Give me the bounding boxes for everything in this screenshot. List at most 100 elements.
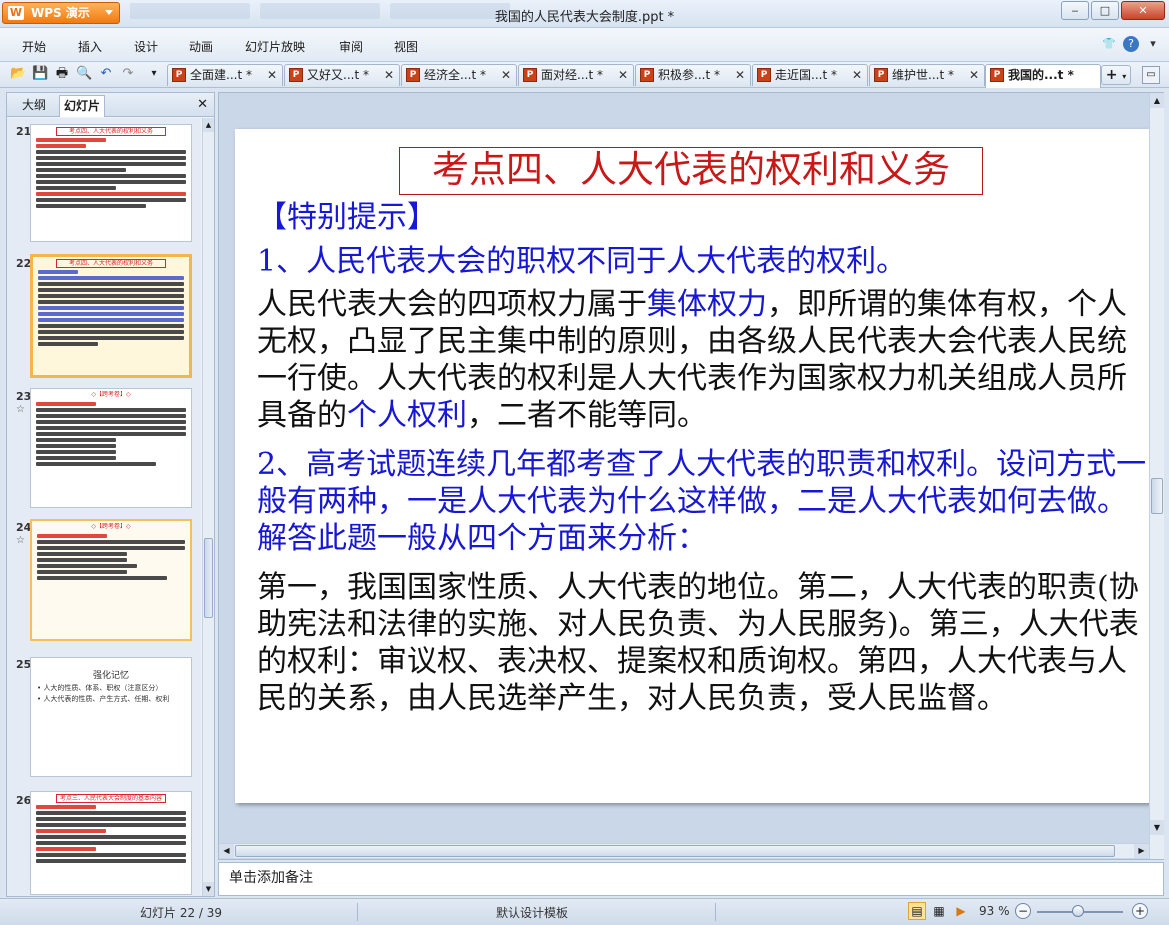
close-icon[interactable]: ✕ bbox=[197, 97, 208, 112]
ppt-file-icon: P bbox=[757, 68, 771, 82]
scroll-right-icon[interactable]: ▶ bbox=[1134, 844, 1149, 858]
slide-thumbnail-21[interactable]: 考点四、人大代表的权利和义务 bbox=[30, 124, 192, 242]
menu-start[interactable]: 开始 bbox=[22, 38, 46, 55]
menu-review[interactable]: 审阅 bbox=[339, 38, 363, 55]
slide-thumbnail-22[interactable]: 考点四、人大代表的权利和义务 bbox=[30, 254, 192, 378]
slide-panel: 大纲 幻灯片 ✕ 21 考点四、人大代表的权利和义务 22 考点四、人大代表的权… bbox=[6, 92, 215, 897]
thumbnail-title: 考点四、人大代表的权利和义务 bbox=[56, 127, 166, 136]
doc-tab-label: 走近国...t * bbox=[775, 68, 837, 82]
slide-title[interactable]: 考点四、人大代表的权利和义务 bbox=[399, 147, 983, 195]
ppt-file-icon: P bbox=[874, 68, 888, 82]
doc-tab-6[interactable]: P 走近国...t * ✕ bbox=[752, 64, 868, 86]
zoom-in-icon[interactable]: + bbox=[1132, 903, 1148, 919]
slide-counter: 幻灯片 22 / 39 bbox=[140, 906, 223, 920]
menu-slideshow[interactable]: 幻灯片放映 bbox=[245, 38, 305, 55]
save-icon[interactable]: 💾 bbox=[32, 66, 48, 82]
thumbnail-title: ◇【跨考卷】◇ bbox=[91, 391, 131, 398]
chevron-down-icon[interactable]: ▾ bbox=[1145, 36, 1161, 52]
slide-thumbnail-25[interactable]: 强化记忆 • 人大的性质、体系、职权（注意区分） • 人大代表的性质、产生方式、… bbox=[30, 657, 192, 777]
scroll-thumb[interactable] bbox=[204, 538, 213, 618]
thumbnail-title: 考点三、人民代表大会制度的基本内容 bbox=[56, 794, 166, 803]
close-tab-icon[interactable]: ✕ bbox=[384, 65, 394, 85]
editor-vertical-scrollbar[interactable]: ▲ ▼ bbox=[1149, 93, 1164, 859]
panel-scrollbar[interactable]: ▲ ▼ bbox=[202, 118, 214, 896]
bullet-hint: •【特别提示】 bbox=[235, 199, 1151, 236]
skin-icon[interactable]: 👕 bbox=[1101, 36, 1117, 52]
doc-tab-4[interactable]: P 面对经...t * ✕ bbox=[518, 64, 634, 86]
close-tab-icon[interactable]: ✕ bbox=[852, 65, 862, 85]
scroll-up-icon[interactable]: ▲ bbox=[203, 118, 214, 132]
ppt-file-icon: P bbox=[289, 68, 303, 82]
doc-tab-7[interactable]: P 维护世...t * ✕ bbox=[869, 64, 985, 86]
bullet-dot: • bbox=[235, 569, 239, 606]
scroll-thumb[interactable] bbox=[1151, 478, 1163, 514]
menu-view[interactable]: 视图 bbox=[394, 38, 418, 55]
thumbnail-line: • 人大代表的性质、产生方式、任期、权利 bbox=[37, 695, 170, 703]
slideshow-icon[interactable]: ▶ bbox=[952, 902, 970, 920]
zoom-slider-knob[interactable] bbox=[1072, 905, 1084, 917]
close-tab-icon[interactable]: ✕ bbox=[735, 65, 745, 85]
close-tab-icon[interactable]: ✕ bbox=[969, 65, 979, 85]
status-bar: 幻灯片 22 / 39 默认设计模板 ▤ ▦ ▶ 93 % − + bbox=[0, 898, 1169, 925]
ppt-file-icon: P bbox=[523, 68, 537, 82]
customize-toolbar-icon[interactable]: ▾ bbox=[146, 66, 162, 82]
print-icon[interactable]: 🖶 bbox=[54, 66, 70, 82]
close-tab-icon[interactable]: ✕ bbox=[501, 65, 511, 85]
animation-star-icon: ☆ bbox=[16, 535, 25, 546]
thumbnail-title: 考点四、人大代表的权利和义务 bbox=[56, 259, 166, 268]
slide-editor: 考点四、人大代表的权利和义务 •【特别提示】 •1、人民代表大会的职权不同于人大… bbox=[218, 92, 1164, 860]
scroll-up-icon[interactable]: ▲ bbox=[1150, 93, 1164, 108]
highlight-collective-power: 集体权力 bbox=[647, 287, 767, 322]
menu-design[interactable]: 设计 bbox=[134, 38, 158, 55]
window-list-button[interactable]: ▭ bbox=[1142, 66, 1160, 84]
panel-tabs: 大纲 幻灯片 ✕ bbox=[7, 93, 214, 117]
tab-slides[interactable]: 幻灯片 bbox=[59, 95, 105, 117]
bullet-dot: • bbox=[235, 446, 239, 483]
redo-icon[interactable]: ↷ bbox=[120, 66, 136, 82]
doc-tab-2[interactable]: P 又好又...t * ✕ bbox=[284, 64, 400, 86]
scroll-down-icon[interactable]: ▼ bbox=[1150, 820, 1164, 835]
slide-body[interactable]: •【特别提示】 •1、人民代表大会的职权不同于人大代表的权利。 •人民代表大会的… bbox=[235, 199, 1151, 717]
new-tab-button[interactable]: + ▾ bbox=[1101, 65, 1131, 85]
slide-thumbnail-23[interactable]: ◇【跨考卷】◇ bbox=[30, 388, 192, 508]
close-tab-icon[interactable]: ✕ bbox=[618, 65, 628, 85]
doc-tab-active[interactable]: P 我国的...t * bbox=[985, 64, 1101, 88]
menu-bar: 开始 插入 设计 动画 幻灯片放映 审阅 视图 👕 ? ▾ bbox=[0, 28, 1169, 62]
help-icon[interactable]: ? bbox=[1123, 36, 1139, 52]
slide-thumbnail-24[interactable]: ◇【跨考卷】◇ bbox=[30, 519, 192, 641]
maximize-button[interactable]: □ bbox=[1091, 1, 1119, 20]
scroll-thumb[interactable] bbox=[235, 845, 1115, 857]
scroll-down-icon[interactable]: ▼ bbox=[203, 882, 214, 896]
notes-pane[interactable]: 单击添加备注 bbox=[218, 862, 1164, 896]
print-preview-icon[interactable]: 🔍 bbox=[76, 66, 92, 82]
minimize-button[interactable]: ‒ bbox=[1061, 1, 1089, 20]
tab-outline[interactable]: 大纲 bbox=[11, 95, 57, 117]
window-controls: ‒ □ ✕ bbox=[1059, 1, 1165, 20]
slide-thumbnail-26[interactable]: 考点三、人民代表大会制度的基本内容 bbox=[30, 791, 192, 895]
slide-sorter-icon[interactable]: ▦ bbox=[930, 902, 948, 920]
slide-thumbnails: 21 考点四、人大代表的权利和义务 22 考点四、人大代表的权利和义务 23 ☆ bbox=[7, 118, 201, 896]
thumbnail-line: • 人大的性质、体系、职权（注意区分） bbox=[37, 684, 163, 692]
ppt-file-icon: P bbox=[406, 68, 420, 82]
doc-tab-label: 又好又...t * bbox=[307, 68, 369, 82]
menu-insert[interactable]: 插入 bbox=[78, 38, 102, 55]
close-button[interactable]: ✕ bbox=[1121, 1, 1165, 20]
normal-view-icon[interactable]: ▤ bbox=[908, 902, 926, 920]
thumbnail-title: ◇【跨考卷】◇ bbox=[91, 523, 131, 530]
doc-tab-3[interactable]: P 经济全...t * ✕ bbox=[401, 64, 517, 86]
scroll-left-icon[interactable]: ◀ bbox=[219, 844, 234, 858]
design-template-name: 默认设计模板 bbox=[496, 906, 569, 920]
editor-horizontal-scrollbar[interactable]: ◀ ▶ bbox=[219, 843, 1149, 858]
bullet-dot: • bbox=[235, 199, 239, 236]
doc-tab-1[interactable]: P 全面建...t * ✕ bbox=[167, 64, 283, 86]
menu-animation[interactable]: 动画 bbox=[189, 38, 213, 55]
doc-tab-5[interactable]: P 积极参...t * ✕ bbox=[635, 64, 751, 86]
close-tab-icon[interactable]: ✕ bbox=[267, 65, 277, 85]
bullet-dot: • bbox=[235, 243, 239, 280]
current-slide[interactable]: 考点四、人大代表的权利和义务 •【特别提示】 •1、人民代表大会的职权不同于人大… bbox=[235, 129, 1151, 803]
window-title: 我国的人民代表大会制度.ppt * bbox=[494, 10, 675, 25]
open-folder-icon[interactable]: 📂 bbox=[10, 66, 26, 82]
undo-icon[interactable]: ↶ bbox=[98, 66, 114, 82]
zoom-out-icon[interactable]: − bbox=[1015, 903, 1031, 919]
bullet-body-1: •人民代表大会的四项权力属于集体权力，即所谓的集体有权，个人无权，凸显了民主集中… bbox=[235, 286, 1151, 434]
